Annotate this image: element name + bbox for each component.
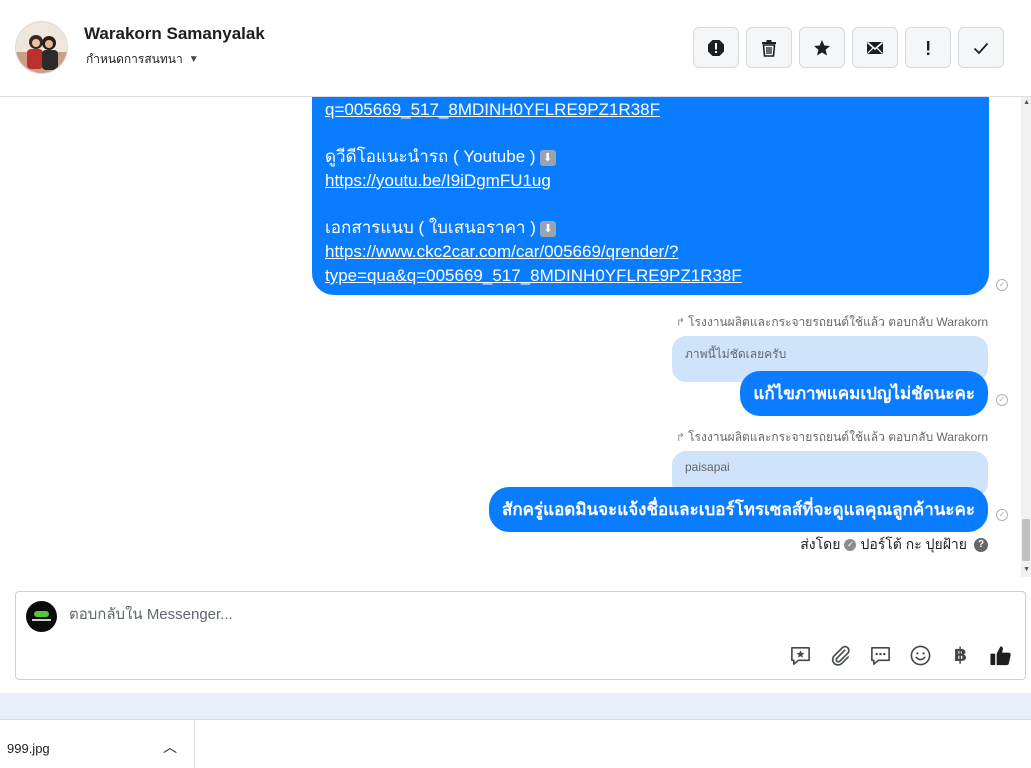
baht-icon: ฿ [953,645,968,666]
page-logo-icon [34,611,49,617]
download-item[interactable]: 999.jpg ︿ [0,720,195,768]
thread-scrollbar[interactable]: ▲ ▼ [1021,97,1031,577]
seen-check-icon: ✓ [996,279,1008,291]
down-arrow-icon: ⬇ [539,220,556,237]
conversation-actions [693,27,1004,68]
message-bubble-outgoing: สักครู่แอดมินจะแจ้งชื่อและเบอร์โทรเซลส์ท… [488,487,988,532]
conversation-header: Warakorn Samanyalak กำหนดการสนทนา ▼ [0,0,1031,97]
like-icon [990,646,1011,666]
seen-check-icon: ✓ [996,509,1008,521]
reply-input[interactable] [69,606,669,623]
quotation-link-continued[interactable]: type=qua&q=005669_517_8MDINH0YFLRE9PZ1R3… [325,264,976,288]
trash-icon [762,39,776,57]
document-label: เอกสารแนบ ( ใบเสนอราคา ) ⬇ [325,216,976,240]
help-icon[interactable]: ? [974,538,988,552]
exclamation-octagon-icon [708,39,724,56]
scrollbar-thumb[interactable] [1022,519,1030,561]
message-thread[interactable]: q=005669_517_8MDINH0YFLRE9PZ1R38F ดูวีดี… [0,97,1031,580]
page-footer-strip [0,693,1031,719]
report-button[interactable] [693,27,739,68]
video-label: ดูวีดีโอแนะนำรถ ( Youtube ) ⬇ [325,145,976,169]
saved-reply-button[interactable] [788,643,813,668]
reply-arrow-icon: ↱ [675,432,686,444]
caret-down-icon: ▼ [188,54,199,65]
down-arrow-icon: ⬇ [539,149,556,166]
reply-composer: ฿ [15,591,1026,680]
conversation-settings-label: กำหนดการสนทนา [86,52,183,66]
emoji-button[interactable] [908,643,933,668]
exclamation-icon [927,40,930,55]
message-bubble-outgoing: แก้ไขภาพแคมเปญไม่ชัดนะคะ [740,371,988,416]
envelope-icon [867,41,883,54]
payment-button[interactable]: ฿ [948,643,973,668]
mark-unread-button[interactable] [852,27,898,68]
page-avatar [26,601,57,632]
youtube-link[interactable]: https://youtu.be/I9iDgmFU1ug [325,169,976,193]
emoji-icon [910,645,931,666]
composer-tools: ฿ [788,643,1013,668]
quotation-link-fragment[interactable]: q=005669_517_8MDINH0YFLRE9PZ1R38F [325,98,976,122]
done-button[interactable] [958,27,1004,68]
like-button[interactable] [988,643,1013,668]
saved-reply-icon [791,647,810,665]
scroll-down-icon[interactable]: ▼ [1023,566,1030,573]
star-button[interactable] [799,27,845,68]
chat-bubbles-icon [871,647,890,665]
delete-button[interactable] [746,27,792,68]
reply-meta: ↱ โรงงานผลิตและกระจายรถยนต์ใช้แล้ว ตอบกล… [675,430,988,444]
sent-by-label: ส่งโดย [800,536,841,552]
reply-meta: ↱ โรงงานผลิตและกระจายรถยนต์ใช้แล้ว ตอบกล… [675,315,988,329]
attach-button[interactable] [828,643,853,668]
quick-replies-button[interactable] [868,643,893,668]
conversation-settings-dropdown[interactable]: กำหนดการสนทนา ▼ [86,50,199,69]
sent-by-name: ปอร์โต้ กะ ปุยฝ้าย [860,536,967,552]
verified-check-icon: ✓ [844,539,857,551]
download-filename: 999.jpg [7,741,50,756]
seen-check-icon: ✓ [996,394,1008,406]
scroll-up-icon[interactable]: ▲ [1023,99,1030,106]
contact-name[interactable]: Warakorn Samanyalak [84,24,265,44]
message-bubble-outgoing: q=005669_517_8MDINH0YFLRE9PZ1R38F ดูวีดี… [312,97,989,295]
chevron-up-icon[interactable]: ︿ [163,737,177,757]
contact-avatar[interactable] [15,21,68,74]
star-icon [814,39,830,55]
sent-by-line: ส่งโดย ✓ ปอร์โต้ กะ ปุยฝ้าย ? [800,534,988,556]
check-icon [973,42,989,54]
inbox-app: Warakorn Samanyalak กำหนดการสนทนา ▼ q=00… [0,0,1031,768]
attachment-icon [831,645,850,666]
reply-arrow-icon: ↱ [675,317,686,329]
important-button[interactable] [905,27,951,68]
quotation-link[interactable]: https://www.ckc2car.com/car/005669/qrend… [325,240,976,264]
avatar-photo [16,22,67,73]
download-shelf: 999.jpg ︿ [0,719,1031,768]
